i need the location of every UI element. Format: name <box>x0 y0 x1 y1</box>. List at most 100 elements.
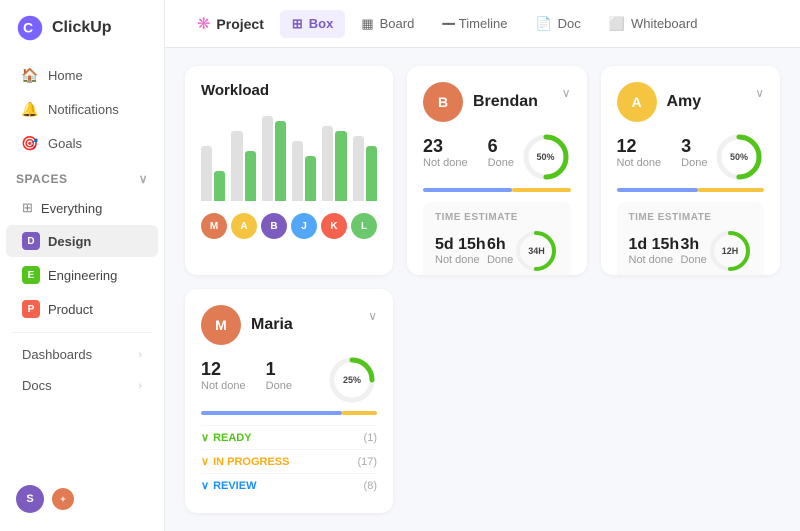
amy-header: A Amy ∨ <box>617 82 765 122</box>
amy-done-label: Done <box>681 157 707 169</box>
amy-ring: 50% <box>714 132 764 182</box>
sidebar-user-area: S + <box>0 477 164 521</box>
tab-whiteboard-label: Whiteboard <box>631 16 697 31</box>
maria-bar-yellow <box>342 411 377 415</box>
sidebar-item-product[interactable]: P Product <box>6 293 158 325</box>
maria-header: M Maria ∨ <box>201 305 377 345</box>
tab-whiteboard[interactable]: ⬜ Whiteboard <box>597 10 710 38</box>
logo[interactable]: C ClickUp <box>0 14 164 58</box>
brendan-chevron[interactable]: ∨ <box>562 86 571 100</box>
wl-avatar-5[interactable]: K <box>321 213 347 239</box>
sidebar-item-everything[interactable]: ⊞ Everything <box>6 193 158 223</box>
maria-section-inprogress[interactable]: ∨ IN PROGRESS (17) <box>201 449 377 473</box>
amy-time-ring: 12H <box>708 229 752 273</box>
user-avatar-2[interactable]: + <box>52 488 74 510</box>
amy-time-stats: 1d 15h Not done 3h Done 12H <box>629 229 753 273</box>
brendan-time-estimate: TIME ESTIMATE 5d 15h Not done 6h Done <box>423 202 571 275</box>
brendan-name: Brendan <box>473 93 538 111</box>
brendan-time-stats: 5d 15h Not done 6h Done 34H <box>435 229 559 273</box>
tab-board[interactable]: ▦ Board <box>349 10 426 38</box>
whiteboard-icon: ⬜ <box>609 16 625 32</box>
amy-te-label: TIME ESTIMATE <box>629 212 753 223</box>
brendan-time-nd-lbl: Not done <box>435 254 486 266</box>
wl-avatar-4[interactable]: J <box>291 213 317 239</box>
maria-section-ready[interactable]: ∨ READY (1) <box>201 425 377 449</box>
brendan-time-ring: 34H <box>514 229 558 273</box>
wl-avatar-2[interactable]: A <box>231 213 257 239</box>
sidebar: C ClickUp 🏠 Home 🔔 Notifications 🎯 Goals… <box>0 0 165 531</box>
dashboards-label: Dashboards <box>22 347 92 362</box>
docs-chevron: › <box>138 380 142 392</box>
brendan-not-done: 23 Not done <box>423 136 468 169</box>
sidebar-home-label: Home <box>48 68 83 83</box>
maria-stats-row: 12 Not done 1 Done 25% <box>201 355 377 405</box>
brendan-avatar: B <box>423 82 463 122</box>
tab-box[interactable]: ⊞ Box <box>280 10 345 38</box>
amy-percent: 50% <box>730 152 748 162</box>
bar-group-1 <box>201 146 225 201</box>
bar-gray-5 <box>322 126 333 201</box>
maria-progress-ring: 25% <box>327 355 377 405</box>
bell-icon: 🔔 <box>22 101 38 117</box>
sidebar-item-home[interactable]: 🏠 Home <box>6 59 158 91</box>
engineering-dot: E <box>22 266 40 284</box>
sidebar-item-dashboards[interactable]: Dashboards › <box>6 340 158 369</box>
sidebar-item-docs[interactable]: Docs › <box>6 371 158 400</box>
brendan-time-done: 6h Done <box>487 236 513 266</box>
maria-done-value: 1 <box>266 359 292 380</box>
tab-doc[interactable]: 📄 Doc <box>523 10 592 38</box>
amy-card: A Amy ∨ 12 Not done 3 Done <box>601 66 781 275</box>
project-tab[interactable]: ❋ Project <box>185 8 276 40</box>
sidebar-item-design[interactable]: D Design <box>6 225 158 257</box>
amy-stats: 12 Not done 3 Done <box>617 136 708 169</box>
wl-avatar-1[interactable]: M <box>201 213 227 239</box>
tab-timeline[interactable]: ━━ Timeline <box>430 10 519 37</box>
maria-review-label: ∨ REVIEW <box>201 479 256 492</box>
maria-done-label: Done <box>266 380 292 392</box>
maria-bar-blue <box>201 411 342 415</box>
bar-green-1 <box>214 171 225 201</box>
brendan-time-d-lbl: Done <box>487 254 513 266</box>
amy-not-done-label: Not done <box>617 157 662 169</box>
wl-avatar-3[interactable]: B <box>261 213 287 239</box>
brendan-bar-yellow <box>512 188 571 192</box>
maria-avatar: M <box>201 305 241 345</box>
user-avatar-s[interactable]: S <box>16 485 44 513</box>
bar-green-3 <box>275 121 286 201</box>
maria-ready-label: ∨ READY <box>201 431 252 444</box>
content-grid: Workload <box>165 48 800 531</box>
sidebar-item-goals[interactable]: 🎯 Goals <box>6 127 158 159</box>
bar-green-4 <box>305 156 316 201</box>
amy-not-done-value: 12 <box>617 136 662 157</box>
bar-green-5 <box>335 131 346 201</box>
sidebar-item-notifications[interactable]: 🔔 Notifications <box>6 93 158 125</box>
amy-info: A Amy <box>617 82 702 122</box>
brendan-te-label: TIME ESTIMATE <box>435 212 559 223</box>
bar-gray-6 <box>353 136 364 201</box>
sidebar-item-engineering[interactable]: E Engineering <box>6 259 158 291</box>
brendan-done-value: 6 <box>488 136 514 157</box>
sidebar-engineering-label: Engineering <box>48 268 117 283</box>
tab-box-label: Box <box>309 16 334 31</box>
wl-avatar-6[interactable]: L <box>351 213 377 239</box>
docs-label: Docs <box>22 378 52 393</box>
chevron-icon[interactable]: ∨ <box>139 172 148 186</box>
maria-done: 1 Done <box>266 359 292 392</box>
bar-gray-3 <box>262 116 273 201</box>
tab-board-label: Board <box>380 16 415 31</box>
brendan-progress-ring: 50% <box>521 132 571 182</box>
bar-group-3 <box>262 116 286 201</box>
workload-title: Workload <box>201 82 377 99</box>
design-dot: D <box>22 232 40 250</box>
project-label: Project <box>216 16 263 32</box>
bar-group-6 <box>353 136 377 201</box>
brendan-not-done-label: Not done <box>423 157 468 169</box>
maria-chevron[interactable]: ∨ <box>368 309 377 323</box>
maria-section-review[interactable]: ∨ REVIEW (8) <box>201 473 377 497</box>
brendan-stats: 23 Not done 6 Done <box>423 136 514 169</box>
home-icon: 🏠 <box>22 67 38 83</box>
spaces-header: Spaces ∨ <box>0 160 164 192</box>
maria-progress-bar <box>201 411 377 415</box>
amy-chevron[interactable]: ∨ <box>755 86 764 100</box>
brendan-bar-blue <box>423 188 512 192</box>
